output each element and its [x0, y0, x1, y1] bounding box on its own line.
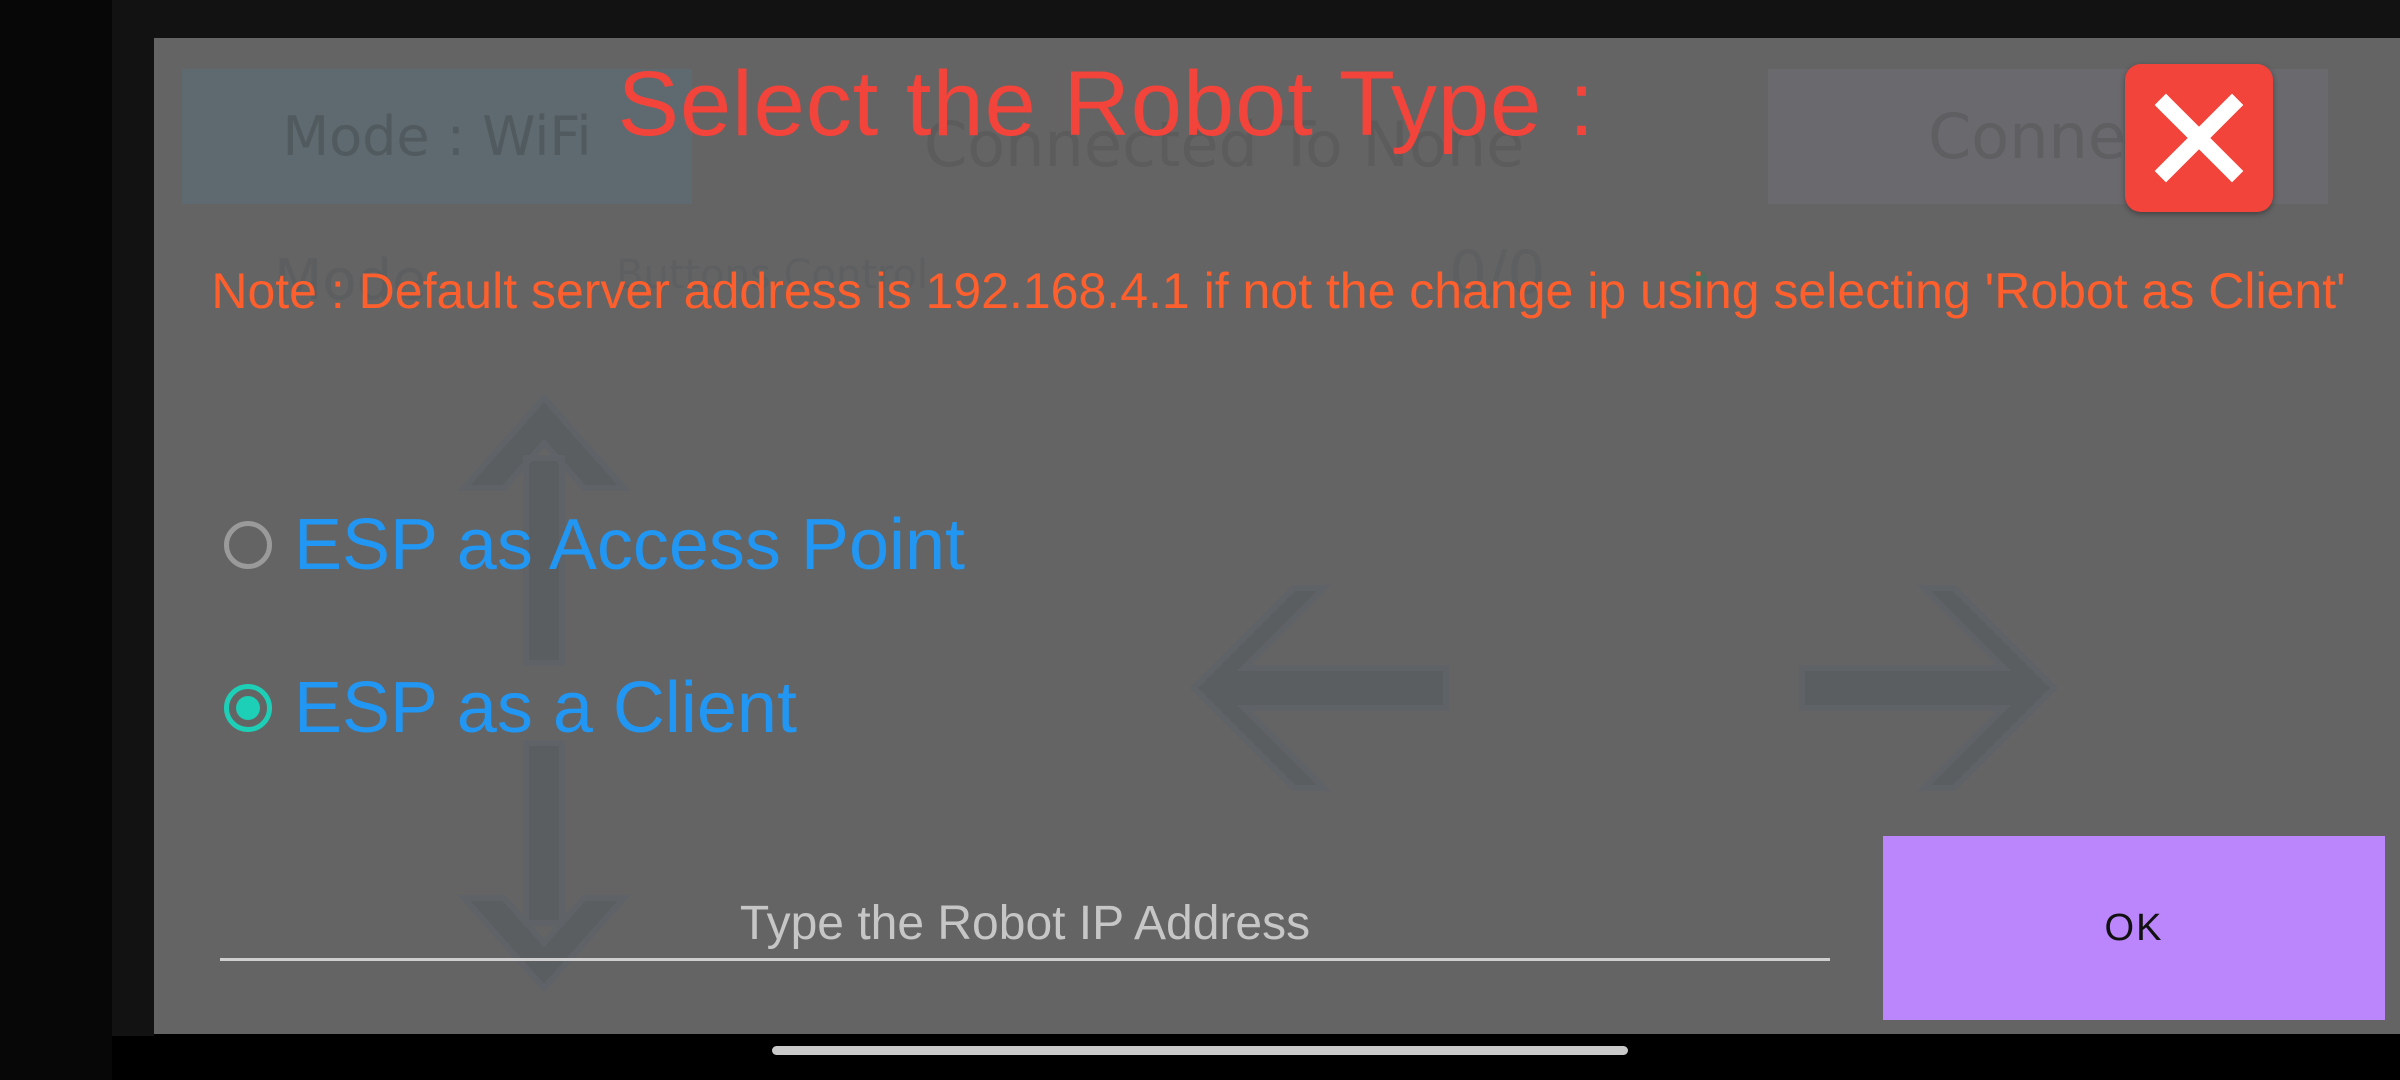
arrow-right-icon — [1799, 585, 2059, 791]
radio-button-checked[interactable] — [224, 684, 272, 732]
arrow-left-icon — [1189, 585, 1449, 791]
close-button[interactable] — [2125, 64, 2273, 212]
device-screen: Mode : WiFi Connected To None Connect Mo… — [0, 0, 2400, 1080]
ok-button[interactable]: OK — [1883, 836, 2385, 1020]
screen-bezel-left — [0, 0, 112, 1080]
option-esp-access-point[interactable]: ESP as Access Point — [224, 500, 965, 590]
radio-button-unchecked[interactable] — [224, 521, 272, 569]
option-label: ESP as a Client — [294, 668, 797, 748]
option-label: ESP as Access Point — [294, 505, 966, 585]
screen-bezel-top — [112, 0, 2400, 38]
home-indicator[interactable] — [772, 1046, 1628, 1055]
dialog-title: Select the Robot Type : — [617, 53, 1596, 155]
ip-address-input[interactable] — [220, 888, 1830, 958]
server-address-note: Note : Default server address is 192.168… — [211, 263, 2346, 319]
option-esp-client[interactable]: ESP as a Client — [224, 663, 797, 753]
ip-address-field — [220, 888, 1830, 961]
app-window: Mode : WiFi Connected To None Connect Mo… — [154, 38, 2400, 1034]
screen-bezel-strip — [112, 38, 154, 1036]
close-x-icon — [2154, 93, 2244, 183]
